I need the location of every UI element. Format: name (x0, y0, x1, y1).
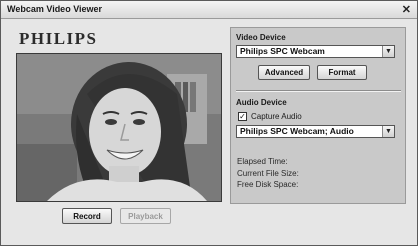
title-bar[interactable]: Webcam Video Viewer ✕ (1, 1, 417, 19)
free-disk-space-label: Free Disk Space: (237, 180, 299, 189)
playback-button[interactable]: Playback (120, 208, 171, 224)
audio-device-heading: Audio Device (236, 98, 287, 107)
section-divider (236, 90, 401, 92)
app-window: Webcam Video Viewer ✕ PHILIPS Record Pla… (0, 0, 418, 246)
current-file-size-label: Current File Size: (237, 169, 299, 178)
chevron-down-icon[interactable]: ▼ (382, 126, 394, 137)
format-button[interactable]: Format (317, 65, 367, 80)
close-icon[interactable]: ✕ (402, 3, 411, 16)
video-device-heading: Video Device (236, 33, 286, 42)
record-button[interactable]: Record (62, 208, 112, 224)
capture-audio-label[interactable]: Capture Audio (251, 112, 302, 121)
elapsed-time-label: Elapsed Time: (237, 157, 288, 166)
video-preview (16, 53, 222, 202)
capture-audio-checkbox[interactable]: ✓ (238, 112, 247, 121)
device-settings-panel: Video Device Philips SPC Webcam ▼ Advanc… (230, 27, 406, 204)
brand-logo: PHILIPS (19, 29, 98, 48)
chevron-down-icon[interactable]: ▼ (382, 46, 394, 57)
video-device-selected: Philips SPC Webcam (240, 46, 325, 56)
audio-device-select[interactable]: Philips SPC Webcam; Audio ▼ (236, 125, 395, 138)
webcam-frame-image (17, 54, 221, 201)
audio-device-selected: Philips SPC Webcam; Audio (240, 126, 354, 136)
window-title: Webcam Video Viewer (7, 4, 103, 14)
video-device-select[interactable]: Philips SPC Webcam ▼ (236, 45, 395, 58)
advanced-button[interactable]: Advanced (258, 65, 310, 80)
